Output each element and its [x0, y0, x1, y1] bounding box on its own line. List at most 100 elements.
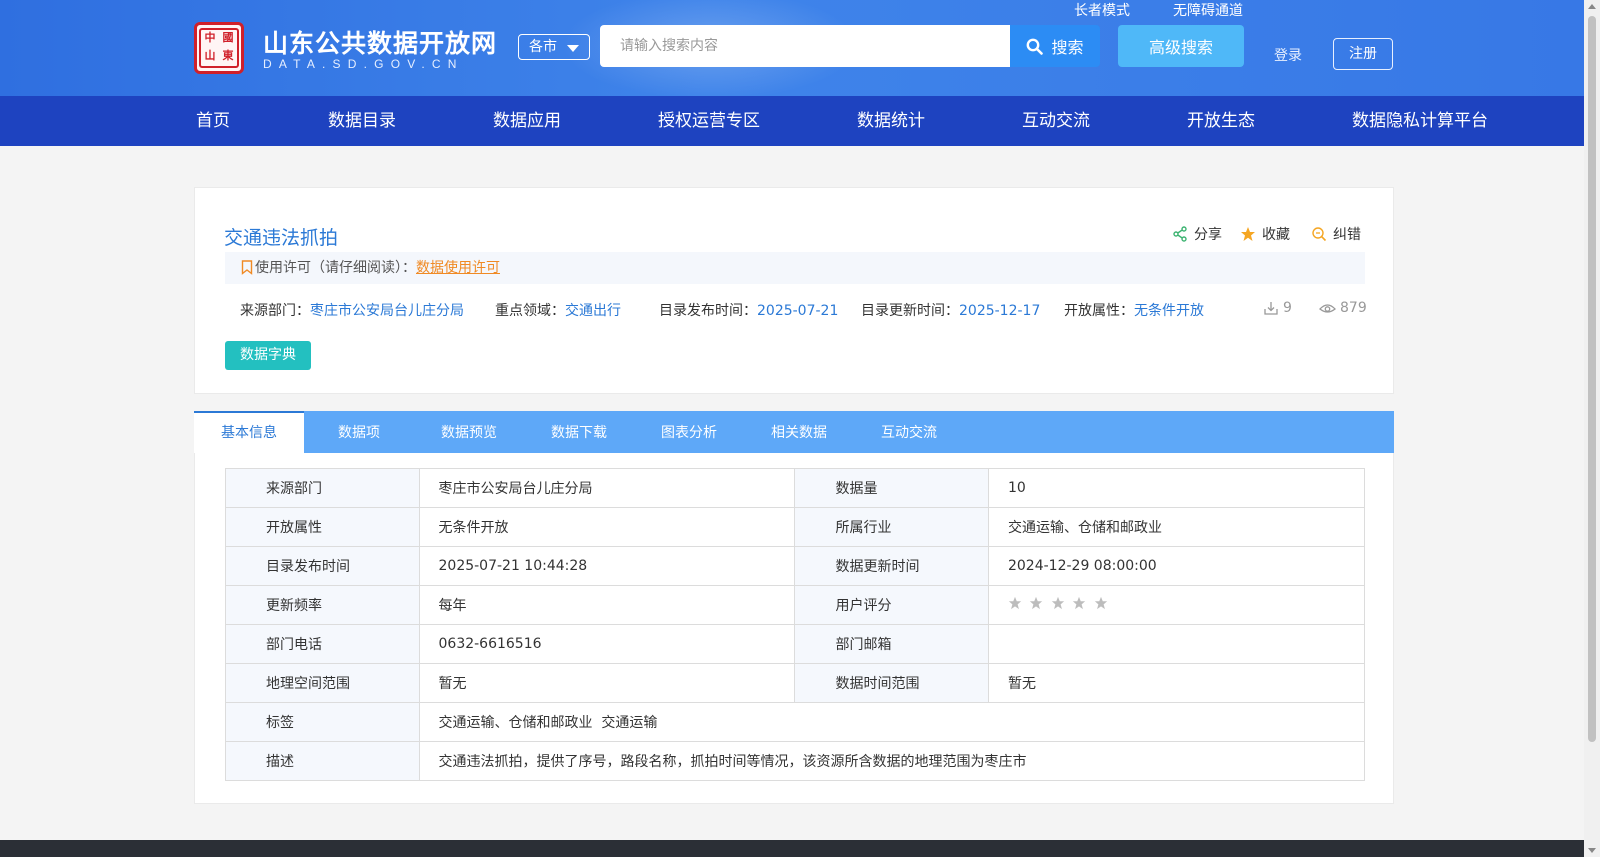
eye-icon	[1319, 304, 1336, 313]
table-row: 标签 交通运输、仓储和邮政业 交通运输	[225, 702, 1365, 742]
data-dictionary-button[interactable]: 数据字典	[225, 341, 311, 370]
nav-item-applications[interactable]: 数据应用	[493, 96, 561, 146]
table-row: 来源部门 枣庄市公安局台儿庄分局 数据量 10	[225, 468, 1366, 508]
site-logo-seal[interactable]: 中 國 山 東	[194, 22, 244, 74]
meta-source: 来源部门：枣庄市公安局台儿庄分局	[240, 300, 464, 320]
field-value: 0632-6616516	[418, 624, 796, 664]
accessibility-link[interactable]: 无障碍通道	[1173, 0, 1243, 20]
nav-item-home[interactable]: 首页	[196, 96, 230, 146]
seal-char: 東	[222, 49, 234, 62]
meta-open-label: 开放属性：	[1064, 303, 1134, 319]
elder-mode-link[interactable]: 长者模式	[1074, 0, 1130, 20]
bookmark-icon	[241, 260, 253, 275]
tab-chart-analysis[interactable]: 图表分析	[634, 411, 744, 453]
dataset-title: 交通违法抓拍	[224, 227, 339, 249]
rating-star-icon[interactable]	[1008, 596, 1022, 610]
field-label: 来源部门	[225, 468, 420, 508]
license-link[interactable]: 数据使用许可	[416, 260, 500, 276]
view-count-value: 879	[1340, 300, 1367, 316]
meta-domain: 重点领域：交通出行	[495, 300, 621, 320]
rating-star-icon[interactable]	[1029, 596, 1043, 610]
meta-update-value: 2025-12-17	[959, 303, 1041, 319]
share-button[interactable]: 分享	[1172, 224, 1222, 244]
nav-item-statistics[interactable]: 数据统计	[857, 96, 925, 146]
download-icon	[1264, 302, 1278, 315]
nav-item-interaction[interactable]: 互动交流	[1022, 96, 1090, 146]
field-label: 地理空间范围	[225, 663, 420, 703]
meta-open-attribute: 开放属性：无条件开放	[1064, 300, 1204, 320]
city-select-label: 各市	[529, 39, 557, 55]
register-button[interactable]: 注册	[1333, 38, 1393, 70]
tab-related-data[interactable]: 相关数据	[744, 411, 854, 453]
rating-star-icon[interactable]	[1094, 596, 1108, 610]
city-select[interactable]: 各市	[518, 34, 590, 60]
tab-data-items[interactable]: 数据项	[304, 411, 414, 453]
meta-source-value[interactable]: 枣庄市公安局台儿庄分局	[310, 303, 464, 319]
table-row: 开放属性 无条件开放 所属行业 交通运输、仓储和邮政业	[225, 507, 1366, 547]
nav-item-ecosystem[interactable]: 开放生态	[1187, 96, 1255, 146]
field-label: 所属行业	[794, 507, 989, 547]
site-header: 中 國 山 東 山东公共数据开放网 DATA.SD.GOV.CN 各市 搜索 高…	[0, 0, 1584, 96]
meta-source-label: 来源部门：	[240, 303, 310, 319]
seal-icon: 中 國 山 東	[199, 28, 239, 68]
tab-data-download[interactable]: 数据下载	[524, 411, 634, 453]
field-value: 2025-07-21 10:44:28	[418, 546, 796, 586]
field-label: 描述	[225, 741, 420, 781]
field-label: 部门邮箱	[794, 624, 989, 664]
meta-update-time: 目录更新时间：2025-12-17	[861, 300, 1040, 320]
main-nav: 首页 数据目录 数据应用 授权运营专区 数据统计 互动交流 开放生态 数据隐私计…	[0, 96, 1584, 146]
share-label: 分享	[1194, 227, 1222, 243]
field-value	[987, 624, 1366, 664]
field-value: 10	[987, 468, 1366, 508]
field-label: 标签	[225, 702, 420, 742]
scroll-thumb[interactable]	[1588, 16, 1596, 742]
favorite-label: 收藏	[1262, 227, 1290, 243]
seal-char: 山	[204, 49, 216, 62]
detail-tabs: 基本信息 数据项 数据预览 数据下载 图表分析 相关数据 互动交流	[194, 411, 1394, 453]
search-input[interactable]	[600, 25, 1010, 67]
scroll-down-arrow-icon[interactable]	[1588, 848, 1596, 853]
search-button[interactable]: 搜索	[1010, 25, 1100, 67]
site-title[interactable]: 山东公共数据开放网	[263, 24, 497, 60]
tab-interaction[interactable]: 互动交流	[854, 411, 964, 453]
dataset-summary-card: 交通违法抓拍 分享 收藏 纠错 使用许可（请仔细阅读）：数据使用许可 来源部门：	[194, 187, 1394, 394]
meta-update-label: 目录更新时间：	[861, 303, 959, 319]
basic-info-table: 来源部门 枣庄市公安局台儿庄分局 数据量 10 开放属性 无条件开放 所属行业 …	[225, 468, 1366, 781]
page-scrollbar[interactable]	[1584, 0, 1600, 857]
table-row: 描述 交通违法抓拍，提供了序号，路段名称，抓拍时间等情况，该资源所含数据的地理范…	[225, 741, 1365, 781]
meta-open-value: 无条件开放	[1134, 303, 1204, 319]
correct-error-button[interactable]: 纠错	[1311, 224, 1361, 244]
field-value: 每年	[418, 585, 796, 625]
site-domain: DATA.SD.GOV.CN	[263, 57, 464, 71]
tab-basic-info[interactable]: 基本信息	[194, 411, 304, 453]
chevron-down-icon	[567, 45, 579, 52]
field-label: 数据量	[794, 468, 989, 508]
nav-item-catalog[interactable]: 数据目录	[328, 96, 396, 146]
meta-domain-value[interactable]: 交通出行	[565, 303, 621, 319]
license-prefix: 使用许可（请仔细阅读）：	[255, 260, 416, 276]
tab-data-preview[interactable]: 数据预览	[414, 411, 524, 453]
nav-item-privacy-computing[interactable]: 数据隐私计算平台	[1352, 96, 1488, 146]
rating-star-icon[interactable]	[1072, 596, 1086, 610]
field-label: 目录发布时间	[225, 546, 420, 586]
user-rating[interactable]	[987, 585, 1366, 625]
field-value: 无条件开放	[418, 507, 796, 547]
advanced-search-button[interactable]: 高级搜索	[1118, 25, 1244, 67]
site-footer	[0, 840, 1584, 857]
seal-char: 中	[204, 31, 216, 44]
search-button-label: 搜索	[1051, 38, 1084, 57]
nav-item-authorized-ops[interactable]: 授权运营专区	[658, 96, 760, 146]
field-label: 用户评分	[794, 585, 989, 625]
scroll-up-arrow-icon[interactable]	[1588, 4, 1596, 9]
meta-publish-time: 目录发布时间：2025-07-21	[659, 300, 838, 320]
login-link[interactable]: 登录	[1274, 45, 1302, 65]
meta-publish-value: 2025-07-21	[757, 303, 839, 319]
star-icon	[1241, 227, 1255, 241]
view-count: 879	[1319, 300, 1367, 316]
search-icon	[1027, 38, 1044, 55]
field-label: 数据更新时间	[794, 546, 989, 586]
share-icon	[1173, 226, 1187, 242]
rating-star-icon[interactable]	[1051, 596, 1065, 610]
favorite-button[interactable]: 收藏	[1240, 224, 1290, 244]
magnifier-warning-icon	[1312, 227, 1327, 242]
